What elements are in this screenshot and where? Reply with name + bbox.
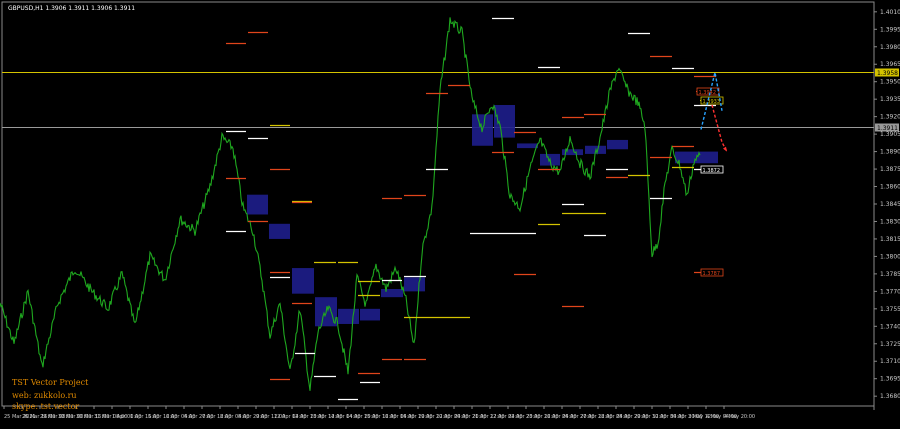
y-tick-label: 1.3725	[880, 341, 900, 348]
labeled-level-text-3: 1.3787	[703, 271, 721, 277]
chart-background	[0, 0, 900, 425]
y-tick-label: 1.3950	[880, 79, 900, 86]
y-tick-label: 1.3995	[880, 26, 900, 33]
y-tick-label: 1.3905	[880, 131, 900, 138]
zone-box	[247, 194, 268, 215]
axis-tag-label-0: 1.3958	[877, 70, 898, 77]
watermark-line-1: TST Vector Project	[12, 378, 89, 387]
y-tick-label: 1.3755	[880, 306, 900, 313]
y-tick-label: 1.3695	[880, 376, 900, 383]
y-tick-label: 1.3800	[880, 253, 900, 260]
y-tick-label: 1.3845	[880, 201, 900, 208]
y-tick-label: 1.3980	[880, 44, 900, 51]
zone-box	[404, 277, 425, 292]
y-tick-label: 1.3875	[880, 166, 900, 173]
zone-box	[517, 143, 538, 149]
zone-box	[494, 105, 515, 138]
y-tick-label: 1.3785	[880, 271, 900, 278]
y-tick-label: 1.3740	[880, 323, 900, 330]
watermark-line-2: web: zukkolo.ru	[12, 391, 77, 400]
y-tick-label: 1.3860	[880, 184, 900, 191]
watermark-line-3: skype: tst.vector	[12, 402, 80, 411]
y-tick-label: 1.3920	[880, 114, 900, 121]
zone-box	[292, 268, 314, 294]
zone-box	[360, 308, 380, 321]
y-tick-label: 1.3680	[880, 393, 900, 400]
labeled-level-text-1: 1.3933	[703, 99, 721, 105]
price-chart[interactable]: 1.39581.3911 1.39421.39331.38721.3787 1.…	[0, 0, 900, 425]
labeled-level-text-2: 1.3872	[703, 168, 721, 174]
y-tick-label: 1.3935	[880, 96, 900, 103]
symbol-info: GBPUSD,H1 1.3906 1.3911 1.3906 1.3911	[8, 5, 135, 12]
zone-box	[269, 223, 290, 239]
y-tick-label: 1.3830	[880, 218, 900, 225]
y-tick-label: 1.3965	[880, 61, 900, 68]
zone-box	[607, 139, 628, 150]
x-tick-label: 4 May 20:00	[724, 414, 755, 420]
labeled-level-text-0: 1.3942	[699, 90, 717, 96]
y-tick-label: 1.3890	[880, 149, 900, 156]
y-tick-label: 1.3815	[880, 236, 900, 243]
zone-box	[338, 308, 359, 324]
y-tick-label: 1.3710	[880, 358, 900, 365]
zone-box	[381, 289, 403, 298]
y-tick-label: 1.4010	[880, 9, 900, 16]
chart-container[interactable]: 1.3958 1.3911 1.3942 1.3933 1.3872 1.3787 1.…	[0, 0, 900, 425]
y-tick-label: 1.3770	[880, 288, 900, 295]
